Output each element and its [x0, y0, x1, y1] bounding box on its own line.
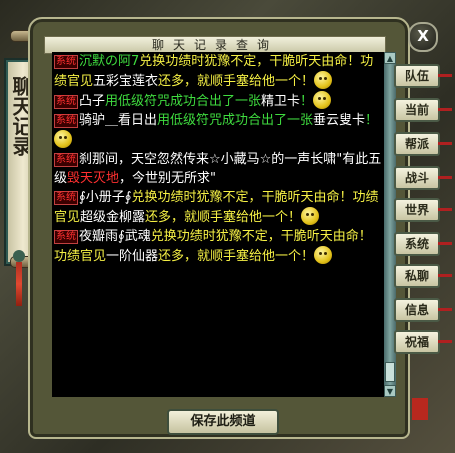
message-text: 还多，就顺手塞给他一个！ — [158, 249, 315, 264]
channel-tab[interactable]: 队伍 — [394, 64, 452, 88]
emoji-icon — [301, 207, 320, 225]
message-text: 毁天灭地 — [67, 171, 120, 186]
message-text: 还多，就顺手塞给他一个！ — [158, 74, 315, 89]
message-text: 骑驴＿看日出 — [79, 113, 158, 128]
message-text: ，今世别无所求" — [119, 171, 217, 186]
emoji-icon — [314, 71, 333, 89]
system-tag: 系统 — [54, 114, 78, 128]
message-text: 一阶仙器 — [106, 249, 159, 264]
system-tag: 系统 — [54, 191, 78, 205]
channel-tab[interactable]: 祝福 — [394, 330, 452, 354]
system-tag: 系统 — [54, 153, 78, 167]
seal-stamp — [412, 398, 428, 420]
channel-tab[interactable]: 信息 — [394, 298, 452, 322]
message-text: 还多，就顺手塞给他一个！ — [145, 210, 302, 225]
system-tag: 系统 — [54, 95, 78, 109]
chat-message: 系统 刹那间，天空忽然传来☆小藏马☆的一声长啸"有此五级毁天灭地，今世别无所求" — [52, 150, 384, 188]
save-channel-button[interactable]: 保存此频道 — [167, 409, 279, 435]
emoji-icon — [54, 130, 72, 148]
chat-message: 系统 夜瓣雨∮武魂兑换功绩时犹豫不定，干脆听天由命！功绩官见一阶仙器还多，就顺手塞… — [52, 227, 384, 266]
chat-log[interactable]: 系统 沉默の阿7兑换功绩时犹豫不定，干脆听天由命！功绩官见五彩宝莲衣还多，就顺手塞… — [52, 52, 384, 397]
message-text: 用低级符咒成功合出了一张 — [157, 113, 314, 128]
emoji-icon — [314, 246, 333, 264]
tassel — [16, 262, 22, 306]
message-text: ！ — [365, 113, 379, 128]
system-tag: 系统 — [54, 230, 78, 244]
message-text: 精卫卡 — [261, 94, 301, 109]
emoji-icon — [313, 91, 332, 109]
channel-tab[interactable]: 当前 — [394, 98, 452, 122]
tassel-bead — [13, 250, 25, 262]
channel-tab[interactable]: 世界 — [394, 198, 452, 222]
message-text: 沉默の阿7 — [79, 54, 140, 69]
channel-tab[interactable]: 系统 — [394, 232, 452, 256]
message-text: ！ — [300, 94, 314, 109]
message-text: 垂云叟卡 — [313, 113, 366, 128]
message-text: ∮小册子∮ — [79, 190, 132, 205]
scroll-up-button[interactable]: ▲ — [384, 52, 396, 64]
message-text: 用低级符咒成功合出了一张 — [105, 94, 262, 109]
window-title: 聊天记录查询 — [151, 38, 278, 52]
message-text: 夜瓣雨∮武魂 — [79, 229, 151, 244]
message-text: 凸子 — [79, 94, 106, 109]
chat-message: 系统 ∮小册子∮兑换功绩时犹豫不定，干脆听天由命！功绩官见超级金柳露还多，就顺手塞… — [52, 188, 384, 227]
scroll-thumb[interactable] — [385, 362, 395, 382]
scroll-down-button[interactable]: ▼ — [384, 385, 396, 397]
chat-message: 系统 沉默の阿7兑换功绩时犹豫不定，干脆听天由命！功绩官见五彩宝莲衣还多，就顺手塞… — [52, 52, 384, 91]
chat-message: 系统 凸子用低级符咒成功合出了一张精卫卡！ — [52, 91, 384, 111]
system-tag: 系统 — [54, 55, 78, 69]
message-text: 超级金柳露 — [80, 210, 146, 225]
channel-tab[interactable]: 帮派 — [394, 132, 452, 156]
channel-tab[interactable]: 战斗 — [394, 166, 452, 190]
close-button[interactable]: X — [408, 22, 438, 52]
chat-message: 系统 骑驴＿看日出用低级符咒成功合出了一张垂云叟卡！ — [52, 111, 384, 150]
message-text: 五彩宝莲衣 — [93, 74, 159, 89]
channel-tab[interactable]: 私聊 — [394, 264, 452, 288]
